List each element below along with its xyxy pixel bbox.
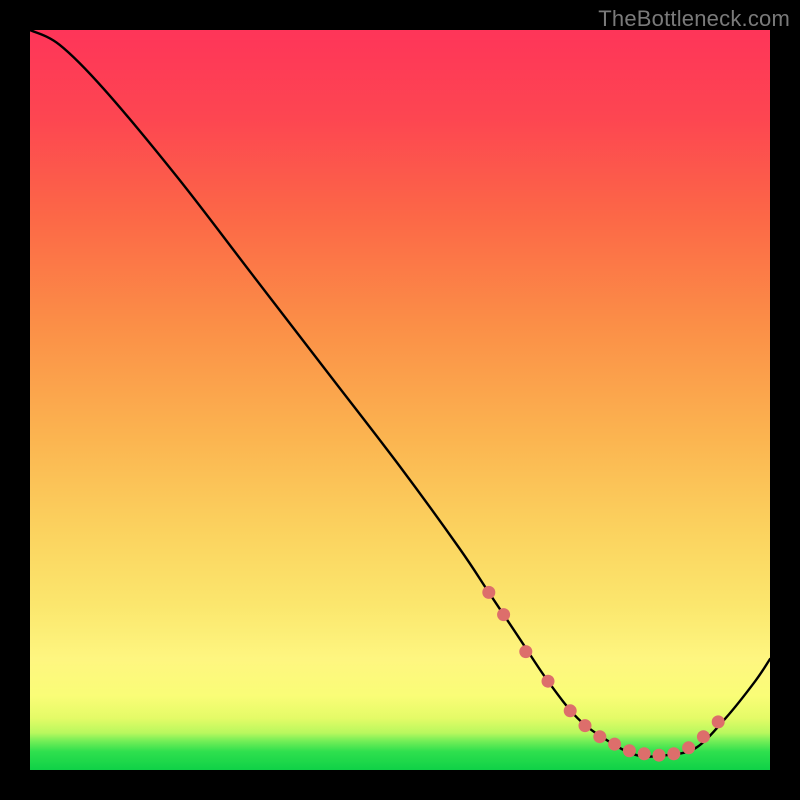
marker-dot [682,741,695,754]
plot-area [30,30,770,770]
marker-dot [542,675,555,688]
marker-dot [608,738,621,751]
curve-layer [30,30,770,770]
marker-dot [579,719,592,732]
marker-dot [667,747,680,760]
marker-dot [482,586,495,599]
marker-dot [564,704,577,717]
chart-frame: TheBottleneck.com [0,0,800,800]
marker-dot [497,608,510,621]
marker-dot [712,715,725,728]
marker-dot [519,645,532,658]
marker-dot [623,744,636,757]
marker-dot [653,749,666,762]
marker-dot [638,747,651,760]
marker-dot [697,730,710,743]
bottleneck-curve [30,30,770,757]
watermark-text: TheBottleneck.com [598,6,790,32]
highlight-markers [482,586,724,762]
marker-dot [593,730,606,743]
